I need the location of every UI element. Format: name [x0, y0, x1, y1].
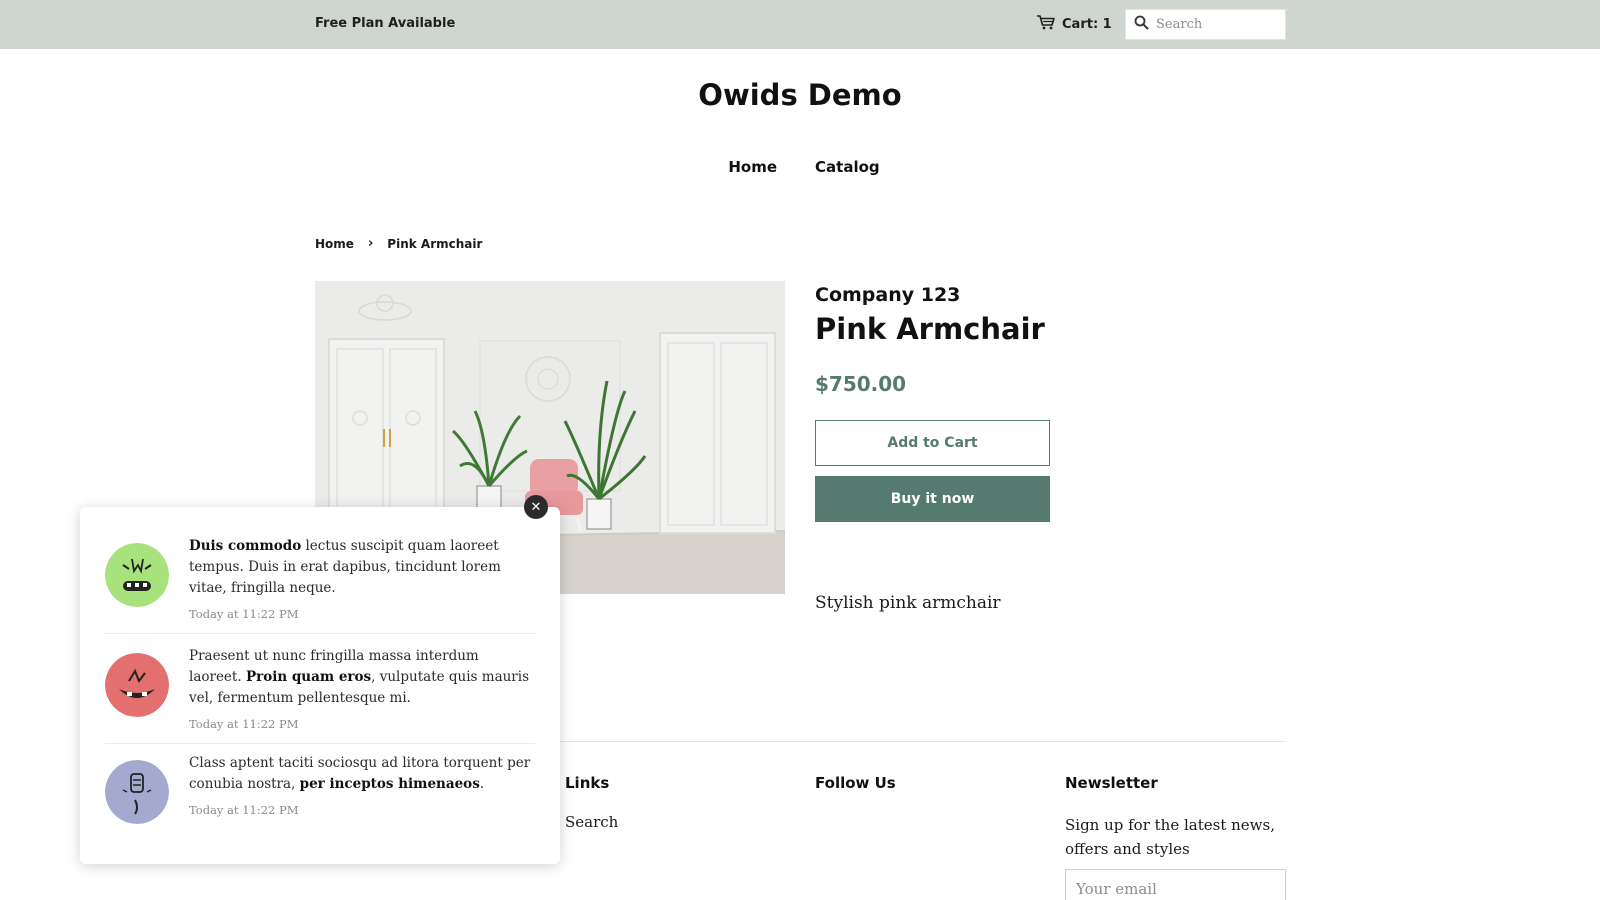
notification-text: Praesent ut nunc fringilla massa interdu…: [189, 646, 534, 735]
add-to-cart-button[interactable]: Add to Cart: [815, 420, 1050, 466]
notification-text: Class aptent taciti sociosqu ad litora t…: [189, 753, 534, 821]
newsletter-text: Sign up for the latest news, offers and …: [1065, 816, 1275, 858]
site-title[interactable]: Owids Demo: [0, 78, 1600, 112]
announcement-text: Free Plan Available: [315, 16, 456, 31]
avatar: [105, 543, 169, 607]
notification-popup: Duis commodo lectus suscipit quam laoree…: [80, 507, 560, 864]
product-price: $750.00: [815, 372, 907, 396]
announcement-bar: Free Plan Available Cart: 1: [0, 0, 1600, 49]
breadcrumb-home[interactable]: Home: [315, 237, 354, 251]
cart-link[interactable]: Cart: 1: [1036, 14, 1112, 34]
notification-divider: [105, 743, 535, 744]
notification-time: Today at 11:22 PM: [189, 803, 299, 817]
search-input[interactable]: [1156, 17, 1274, 32]
breadcrumb-separator: ›: [367, 236, 374, 251]
product-vendor: Company 123: [815, 284, 961, 306]
close-icon[interactable]: ✕: [524, 495, 548, 519]
nav-catalog[interactable]: Catalog: [815, 158, 880, 176]
search-box[interactable]: [1125, 9, 1286, 40]
search-icon[interactable]: [1134, 15, 1149, 34]
notification-bold: per inceptos himenaeos: [299, 776, 480, 792]
avatar: [105, 653, 169, 717]
notification-bold: Duis commodo: [189, 538, 302, 554]
avatar: [105, 760, 169, 824]
product-description: Stylish pink armchair: [815, 593, 1001, 613]
cart-icon: [1036, 14, 1056, 34]
footer-links-title: Links: [565, 774, 610, 792]
breadcrumb-current: Pink Armchair: [387, 236, 483, 251]
buy-now-button[interactable]: Buy it now: [815, 476, 1050, 522]
notification-text: Duis commodo lectus suscipit quam laoree…: [189, 536, 534, 625]
notification-body: .: [479, 776, 485, 792]
notification-divider: [105, 633, 535, 634]
product-title: Pink Armchair: [815, 312, 1045, 346]
cart-label: Cart: 1: [1062, 16, 1112, 32]
newsletter-email-field[interactable]: [1065, 869, 1286, 900]
nav-home[interactable]: Home: [728, 158, 777, 176]
main-nav: Home Catalog: [0, 158, 1600, 176]
notification-bold: Proin quam eros: [245, 669, 372, 685]
footer-link-search[interactable]: Search: [565, 813, 618, 831]
footer-follow-title: Follow Us: [815, 774, 896, 792]
footer-newsletter-title: Newsletter: [1065, 774, 1158, 792]
notification-time: Today at 11:22 PM: [189, 717, 299, 731]
notification-time: Today at 11:22 PM: [189, 607, 299, 621]
breadcrumb: Home › Pink Armchair: [315, 236, 482, 251]
